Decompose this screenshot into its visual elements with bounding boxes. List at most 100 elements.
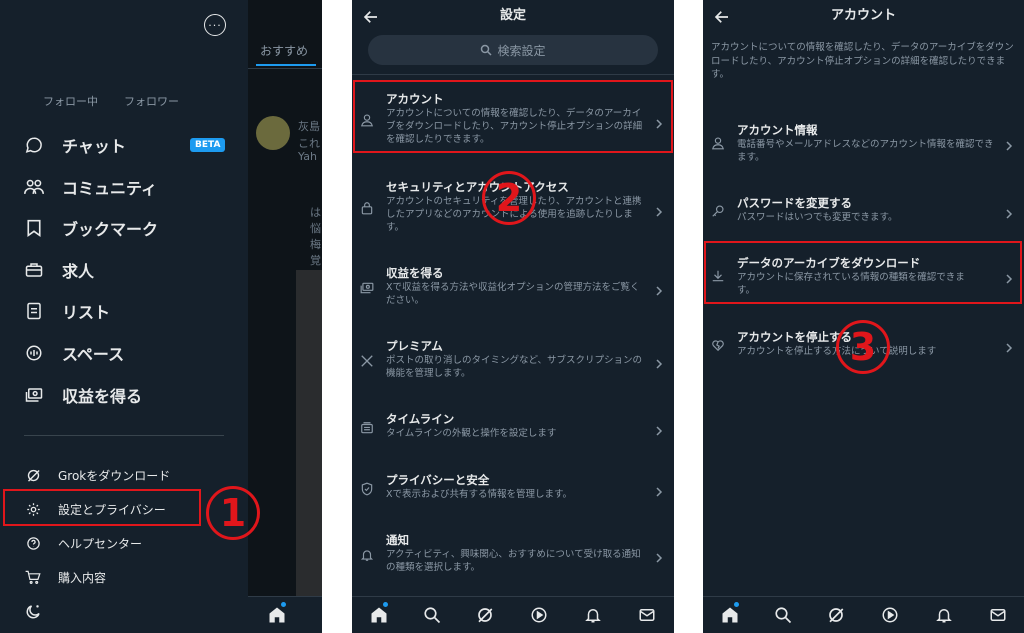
nav-item-spaces[interactable]: スペース — [24, 338, 234, 368]
settings-item-desc: Xで表示および共有する情報を管理します。 — [386, 489, 573, 500]
nav-item-label: 求人 — [62, 262, 95, 281]
account-item-change-password[interactable]: パスワードを変更する パスワードはいつでも変更できます。 — [703, 194, 1024, 226]
search-icon[interactable] — [423, 606, 441, 624]
settings-item-privacy[interactable]: プライバシーと安全 Xで表示および共有する情報を管理します。 — [352, 471, 674, 505]
step-badge-3: 3 — [836, 320, 890, 374]
account-item-title: アカウントを停止する — [737, 330, 852, 344]
nav-item-label: ブックマーク — [62, 220, 159, 239]
bell-icon[interactable] — [584, 606, 602, 624]
account-item-title: アカウント情報 — [737, 123, 818, 137]
video-play-icon[interactable] — [530, 606, 548, 624]
settings-search-input[interactable]: 検索設定 — [368, 35, 658, 65]
chevron-right-icon — [654, 354, 664, 369]
settings-item-title: プライバシーと安全 — [386, 473, 490, 487]
notification-dot — [734, 602, 739, 607]
page-title: 設定 — [499, 8, 526, 23]
nav-item-bookmarks[interactable]: ブックマーク — [24, 213, 234, 243]
help-icon — [24, 534, 42, 552]
divider — [352, 74, 674, 75]
settings-item-timeline[interactable]: タイムライン タイムラインの外観と操作を設定します — [352, 410, 674, 444]
chevron-right-icon — [654, 421, 664, 436]
highlight-download-archive — [704, 241, 1022, 304]
nav-item-label: コミュニティ — [62, 179, 158, 198]
account-item-info[interactable]: アカウント情報 電話番号やメールアドレスなどのアカウント情報を確認できます。 — [703, 121, 1024, 165]
chevron-right-icon — [1004, 338, 1014, 353]
step-badge-2: 2 — [482, 171, 536, 225]
settings-item-monetization[interactable]: 収益を得る Xで収益を得る方法や収益化オプションの管理方法をご覧ください。 — [352, 264, 674, 310]
settings-item-notifications[interactable]: 通知 アクティビティ、興味関心、おすすめについて受け取る通知の種類を選択します。 — [352, 531, 674, 577]
chevron-right-icon — [654, 202, 664, 217]
person-icon — [711, 135, 725, 150]
account-item-title: パスワードを変更する — [737, 196, 852, 210]
sub-item-label: ヘルプセンター — [58, 536, 143, 551]
nav-item-label: スペース — [62, 345, 125, 364]
home-icon[interactable] — [721, 606, 739, 624]
bottom-tab-bar — [248, 596, 322, 633]
more-options-icon[interactable]: ··· — [204, 14, 226, 36]
money-icon — [24, 385, 44, 405]
broken-heart-icon — [711, 337, 725, 352]
account-intro-text: アカウントについての情報を確認したり、データのアーカイブをダウンロードしたり、ア… — [711, 42, 1014, 80]
x-logo-icon — [360, 353, 374, 367]
settings-item-title: セキュリティとアカウントアクセス — [386, 180, 569, 194]
settings-item-desc: アクティビティ、興味関心、おすすめについて受け取る通知の種類を選択します。 — [386, 549, 641, 573]
settings-item-title: プレミアム — [386, 339, 443, 353]
mail-icon[interactable] — [989, 606, 1007, 624]
bookmark-icon — [24, 218, 44, 238]
home-icon[interactable] — [370, 606, 388, 624]
page-title: アカウント — [830, 8, 896, 23]
mail-icon[interactable] — [638, 606, 656, 624]
divider — [24, 435, 224, 436]
search-icon — [480, 44, 493, 56]
community-icon — [24, 177, 44, 197]
list-icon — [24, 301, 44, 321]
tab-divider — [248, 68, 322, 69]
bottom-tab-bar — [703, 596, 1024, 633]
cart-icon — [24, 568, 42, 586]
search-icon[interactable] — [774, 606, 792, 624]
followers-link[interactable]: フォロワー — [124, 93, 179, 109]
purchases-link[interactable]: 購入内容 — [24, 564, 204, 590]
drawer-screen: おすすめ 灰島 これ Yah は 悩 梅 覚 ··· フォロー中 フォロワー チ… — [0, 0, 322, 633]
tab-underline — [256, 64, 316, 66]
download-grok-link[interactable]: Grokをダウンロード — [24, 462, 204, 488]
nav-item-community[interactable]: コミュニティ — [24, 172, 234, 202]
nav-item-jobs[interactable]: 求人 — [24, 255, 234, 285]
home-icon[interactable] — [268, 606, 286, 624]
following-link[interactable]: フォロー中 — [43, 93, 98, 109]
grok-icon — [24, 466, 42, 484]
step-badge-1: 1 — [206, 486, 260, 540]
notification-dot — [281, 602, 286, 607]
nav-item-lists[interactable]: リスト — [24, 296, 234, 326]
post-author: 灰島 — [298, 120, 320, 133]
avatar[interactable] — [256, 116, 290, 150]
grok-icon[interactable] — [827, 606, 845, 624]
settings-item-premium[interactable]: プレミアム ポストの取り消しのタイミングなど、サブスクリプションの機能を管理しま… — [352, 337, 674, 383]
help-center-link[interactable]: ヘルプセンター — [24, 530, 204, 556]
video-play-icon[interactable] — [881, 606, 899, 624]
display-theme-icon[interactable] — [24, 603, 42, 621]
timeline-tab-recommended[interactable]: おすすめ — [260, 42, 308, 59]
nav-item-monetization[interactable]: 収益を得る — [24, 380, 234, 410]
bell-icon — [360, 547, 374, 561]
lock-icon — [360, 200, 374, 215]
post-text: Yah — [298, 150, 317, 163]
grok-icon[interactable] — [476, 606, 494, 624]
settings-item-desc: タイムラインの外観と操作を設定します — [386, 428, 557, 439]
account-screen: アカウント アカウントについての情報を確認したり、データのアーカイブをダウンロー… — [703, 0, 1024, 633]
post-text: これ — [298, 137, 320, 150]
highlight-settings — [3, 489, 201, 526]
post-image[interactable] — [296, 270, 322, 600]
settings-item-title: 収益を得る — [386, 266, 444, 280]
timeline-icon — [360, 420, 374, 434]
account-item-desc: 電話番号やメールアドレスなどのアカウント情報を確認できます。 — [737, 139, 994, 163]
settings-item-desc: ポストの取り消しのタイミングなど、サブスクリプションの機能を管理します。 — [386, 355, 643, 379]
chevron-right-icon — [1004, 136, 1014, 151]
money-icon — [360, 280, 374, 294]
highlight-account — [353, 80, 673, 153]
side-drawer: ··· フォロー中 フォロワー チャット BETA コミュニティ ブックマーク — [0, 0, 248, 633]
chevron-right-icon — [1004, 204, 1014, 219]
chevron-right-icon — [654, 482, 664, 497]
bell-icon[interactable] — [935, 606, 953, 624]
nav-item-label: チャット — [62, 137, 126, 156]
